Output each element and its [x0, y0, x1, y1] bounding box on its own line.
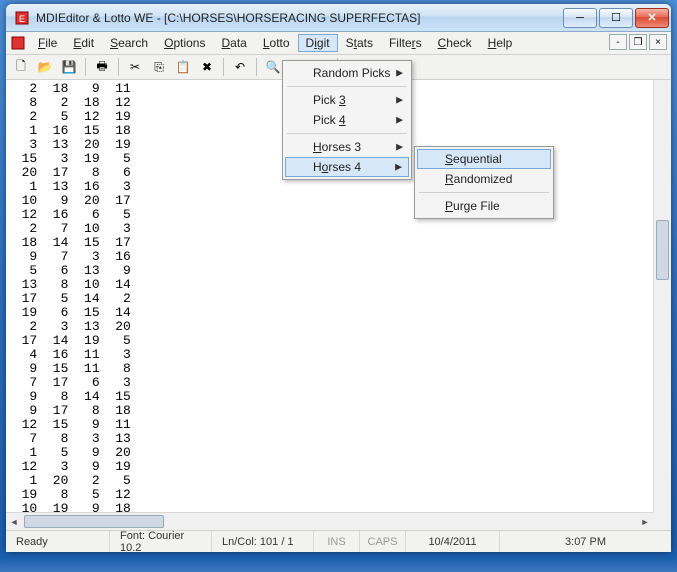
tb-sep: [256, 58, 257, 76]
status-font: Font: Courier 10.2: [110, 531, 212, 552]
horses4-submenu: Sequential Randomized Purge File: [414, 146, 554, 219]
status-ready: Ready: [6, 531, 110, 552]
submenu-arrow-icon: ▶: [396, 95, 403, 106]
submenu-arrow-icon: ▶: [396, 115, 403, 126]
digit-horses4[interactable]: Horses 4 ▶: [285, 157, 409, 177]
mdi-close-button[interactable]: ×: [649, 34, 667, 50]
submenu-arrow-icon: ▶: [395, 162, 402, 173]
mdi-doc-icon: [10, 35, 26, 51]
window-title: MDIEditor & Lotto WE - [C:\HORSES\HORSER…: [36, 11, 561, 25]
minimize-button[interactable]: ─: [563, 8, 597, 28]
status-time: 3:07 PM: [500, 531, 671, 552]
statusbar: Ready Font: Courier 10.2 Ln/Col: 101 / 1…: [6, 530, 671, 552]
submenu-arrow-icon: ▶: [396, 68, 403, 79]
digit-random-picks[interactable]: Random Picks ▶: [285, 63, 409, 83]
tb-open[interactable]: 📂: [34, 57, 56, 77]
menu-separator: [419, 192, 549, 193]
vscroll-thumb[interactable]: [656, 220, 669, 280]
tb-sep: [118, 58, 119, 76]
mdi-minimize-button[interactable]: -: [609, 34, 627, 50]
svg-text:E: E: [19, 14, 25, 24]
horizontal-scrollbar[interactable]: ◄ ►: [6, 512, 653, 530]
horses4-purge-file[interactable]: Purge File: [417, 196, 551, 216]
menu-digit[interactable]: Digit: [298, 34, 338, 52]
vertical-scrollbar[interactable]: [653, 80, 671, 512]
tb-save[interactable]: 💾: [58, 57, 80, 77]
tb-new[interactable]: 🗋: [10, 57, 32, 77]
menu-separator: [287, 86, 407, 87]
tb-cut[interactable]: ✂: [124, 57, 146, 77]
tb-sep: [223, 58, 224, 76]
mdi-controls: - ❐ ×: [609, 34, 667, 50]
tb-copy[interactable]: ⎘: [148, 57, 170, 77]
menu-help[interactable]: Help: [480, 34, 521, 52]
tb-delete[interactable]: ✖: [196, 57, 218, 77]
menu-stats[interactable]: Stats: [338, 34, 381, 52]
scroll-corner: [653, 512, 671, 530]
menu-options[interactable]: Options: [156, 34, 213, 52]
submenu-arrow-icon: ▶: [396, 142, 403, 153]
menu-check[interactable]: Check: [430, 34, 480, 52]
titlebar[interactable]: E MDIEditor & Lotto WE - [C:\HORSES\HORS…: [6, 4, 671, 32]
status-date: 10/4/2011: [406, 531, 500, 552]
menu-separator: [287, 133, 407, 134]
taskbar-hint: [0, 558, 677, 572]
status-ins: INS: [314, 531, 360, 552]
hscroll-right-icon[interactable]: ►: [637, 514, 653, 530]
menu-label: Random Picks: [313, 66, 390, 80]
close-button[interactable]: ✕: [635, 8, 669, 28]
menu-edit[interactable]: Edit: [65, 34, 102, 52]
tb-sep: [85, 58, 86, 76]
digit-dropdown: Random Picks ▶ Pick 3 ▶ Pick 4 ▶ Horses …: [282, 60, 412, 180]
menubar: File Edit Search Options Data Lotto Digi…: [6, 32, 671, 55]
menu-file[interactable]: File: [30, 34, 65, 52]
window-controls: ─ ☐ ✕: [561, 8, 669, 28]
tb-print[interactable]: 🖶: [91, 57, 113, 77]
menu-lotto[interactable]: Lotto: [255, 34, 298, 52]
hscroll-left-icon[interactable]: ◄: [6, 514, 22, 530]
tb-paste[interactable]: 📋: [172, 57, 194, 77]
tb-undo[interactable]: ↶: [229, 57, 251, 77]
status-caps: CAPS: [360, 531, 406, 552]
digit-pick3[interactable]: Pick 3 ▶: [285, 90, 409, 110]
hscroll-thumb[interactable]: [24, 515, 164, 528]
tb-find[interactable]: 🔍: [262, 57, 284, 77]
digit-horses3[interactable]: Horses 3 ▶: [285, 137, 409, 157]
app-icon: E: [14, 10, 30, 26]
menu-filters[interactable]: Filters: [381, 34, 430, 52]
status-lncol: Ln/Col: 101 / 1: [212, 531, 314, 552]
horses4-sequential[interactable]: Sequential: [417, 149, 551, 169]
digit-pick4[interactable]: Pick 4 ▶: [285, 110, 409, 130]
menu-data[interactable]: Data: [213, 34, 254, 52]
mdi-restore-button[interactable]: ❐: [629, 34, 647, 50]
horses4-randomized[interactable]: Randomized: [417, 169, 551, 189]
menu-search[interactable]: Search: [102, 34, 156, 52]
maximize-button[interactable]: ☐: [599, 8, 633, 28]
